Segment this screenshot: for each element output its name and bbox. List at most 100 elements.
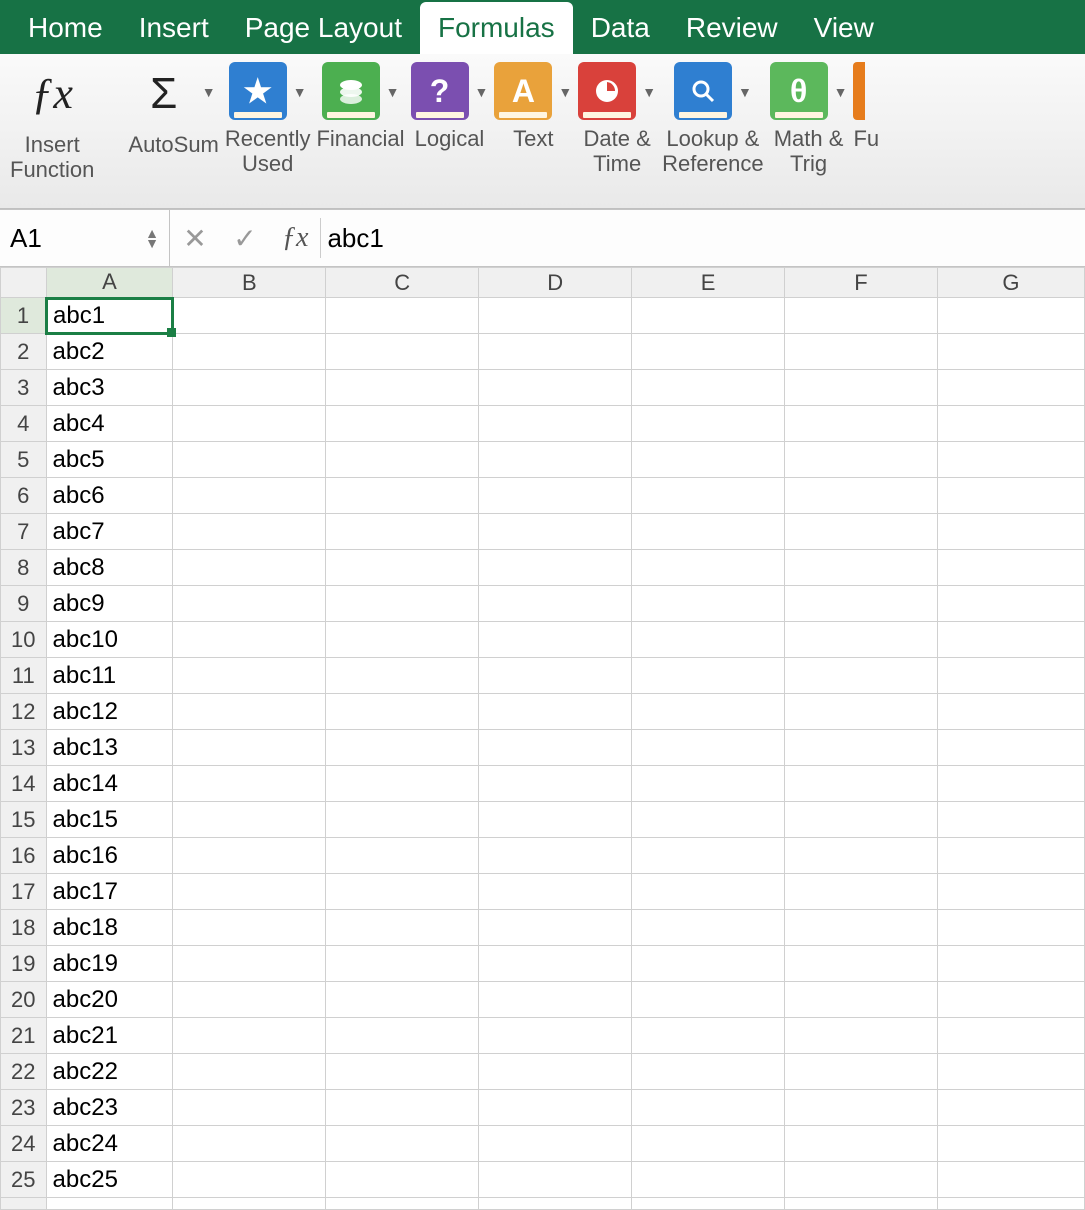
cell[interactable] xyxy=(326,622,479,658)
cell[interactable] xyxy=(479,1018,632,1054)
cell[interactable] xyxy=(326,838,479,874)
name-box-stepper[interactable]: ▲▼ xyxy=(145,228,159,248)
cell[interactable] xyxy=(479,406,632,442)
cell[interactable] xyxy=(784,982,937,1018)
cell[interactable] xyxy=(784,1198,937,1210)
row-header[interactable]: 5 xyxy=(1,442,47,478)
cell[interactable]: abc5 xyxy=(46,442,173,478)
cell[interactable] xyxy=(479,442,632,478)
cell[interactable] xyxy=(632,1162,785,1198)
row-header[interactable]: 6 xyxy=(1,478,47,514)
cell[interactable]: abc11 xyxy=(46,658,173,694)
cell[interactable] xyxy=(937,946,1084,982)
cell[interactable] xyxy=(173,622,326,658)
column-header-a[interactable]: A xyxy=(46,268,173,298)
row-header[interactable]: 3 xyxy=(1,370,47,406)
cell[interactable] xyxy=(632,550,785,586)
cell[interactable] xyxy=(173,550,326,586)
cell[interactable] xyxy=(632,334,785,370)
cell[interactable] xyxy=(784,622,937,658)
cell[interactable] xyxy=(632,766,785,802)
cell[interactable] xyxy=(326,802,479,838)
cell[interactable] xyxy=(784,406,937,442)
cell[interactable] xyxy=(937,874,1084,910)
cell[interactable] xyxy=(479,1090,632,1126)
cell[interactable]: abc1 xyxy=(46,298,173,334)
cell[interactable] xyxy=(326,478,479,514)
cell[interactable] xyxy=(326,658,479,694)
dropdown-icon[interactable]: ▼ xyxy=(475,62,489,100)
cell[interactable] xyxy=(173,694,326,730)
cell[interactable] xyxy=(173,370,326,406)
cell[interactable] xyxy=(937,730,1084,766)
cell[interactable]: abc13 xyxy=(46,730,173,766)
cell[interactable] xyxy=(632,838,785,874)
cell[interactable] xyxy=(632,694,785,730)
row-header[interactable]: 18 xyxy=(1,910,47,946)
cell[interactable] xyxy=(173,442,326,478)
cell[interactable] xyxy=(173,334,326,370)
row-header[interactable]: 13 xyxy=(1,730,47,766)
dropdown-icon[interactable]: ▼ xyxy=(293,62,307,100)
cell[interactable] xyxy=(173,1018,326,1054)
cell[interactable]: abc15 xyxy=(46,802,173,838)
cell[interactable] xyxy=(479,298,632,334)
cell[interactable] xyxy=(173,586,326,622)
cell[interactable] xyxy=(632,1198,785,1210)
cell[interactable]: abc2 xyxy=(46,334,173,370)
cell[interactable] xyxy=(784,874,937,910)
row-header[interactable]: 8 xyxy=(1,550,47,586)
cell[interactable]: abc22 xyxy=(46,1054,173,1090)
cell[interactable] xyxy=(937,334,1084,370)
cell[interactable] xyxy=(173,514,326,550)
autosum-button[interactable]: Σ ▼ AutoSum xyxy=(128,62,219,202)
cell[interactable] xyxy=(479,550,632,586)
cell[interactable] xyxy=(937,1054,1084,1090)
cell[interactable] xyxy=(326,1018,479,1054)
row-header[interactable]: 17 xyxy=(1,874,47,910)
row-header[interactable]: 15 xyxy=(1,802,47,838)
dropdown-icon[interactable]: ▼ xyxy=(738,62,752,100)
cell[interactable] xyxy=(632,406,785,442)
cell[interactable] xyxy=(784,730,937,766)
cell[interactable] xyxy=(479,982,632,1018)
cell[interactable] xyxy=(173,982,326,1018)
tab-home[interactable]: Home xyxy=(10,2,121,54)
cell[interactable] xyxy=(632,1126,785,1162)
fx-icon[interactable]: ƒx xyxy=(270,222,320,254)
row-header[interactable]: 20 xyxy=(1,982,47,1018)
cell[interactable]: abc12 xyxy=(46,694,173,730)
cell[interactable] xyxy=(479,730,632,766)
row-header[interactable]: 9 xyxy=(1,586,47,622)
cell[interactable] xyxy=(784,586,937,622)
cell[interactable]: abc19 xyxy=(46,946,173,982)
cell[interactable] xyxy=(479,694,632,730)
cell[interactable] xyxy=(479,910,632,946)
cell[interactable] xyxy=(326,730,479,766)
select-all-corner[interactable] xyxy=(1,268,47,298)
cell[interactable] xyxy=(784,550,937,586)
cell[interactable] xyxy=(326,946,479,982)
tab-view[interactable]: View xyxy=(796,2,892,54)
cell[interactable] xyxy=(632,622,785,658)
row-header[interactable]: 21 xyxy=(1,1018,47,1054)
cell[interactable]: abc16 xyxy=(46,838,173,874)
cell[interactable] xyxy=(937,802,1084,838)
cell[interactable] xyxy=(632,370,785,406)
cell[interactable] xyxy=(632,910,785,946)
row-header[interactable]: 7 xyxy=(1,514,47,550)
cell[interactable] xyxy=(479,658,632,694)
row-header[interactable]: 1 xyxy=(1,298,47,334)
cell[interactable] xyxy=(937,1018,1084,1054)
cell[interactable] xyxy=(632,730,785,766)
cell[interactable] xyxy=(937,370,1084,406)
cell[interactable] xyxy=(479,514,632,550)
cell[interactable] xyxy=(326,874,479,910)
cell[interactable] xyxy=(326,370,479,406)
cell[interactable] xyxy=(326,334,479,370)
cell[interactable] xyxy=(632,874,785,910)
cell[interactable] xyxy=(326,694,479,730)
column-header-g[interactable]: G xyxy=(937,268,1084,298)
cell[interactable] xyxy=(326,982,479,1018)
cell[interactable] xyxy=(784,694,937,730)
